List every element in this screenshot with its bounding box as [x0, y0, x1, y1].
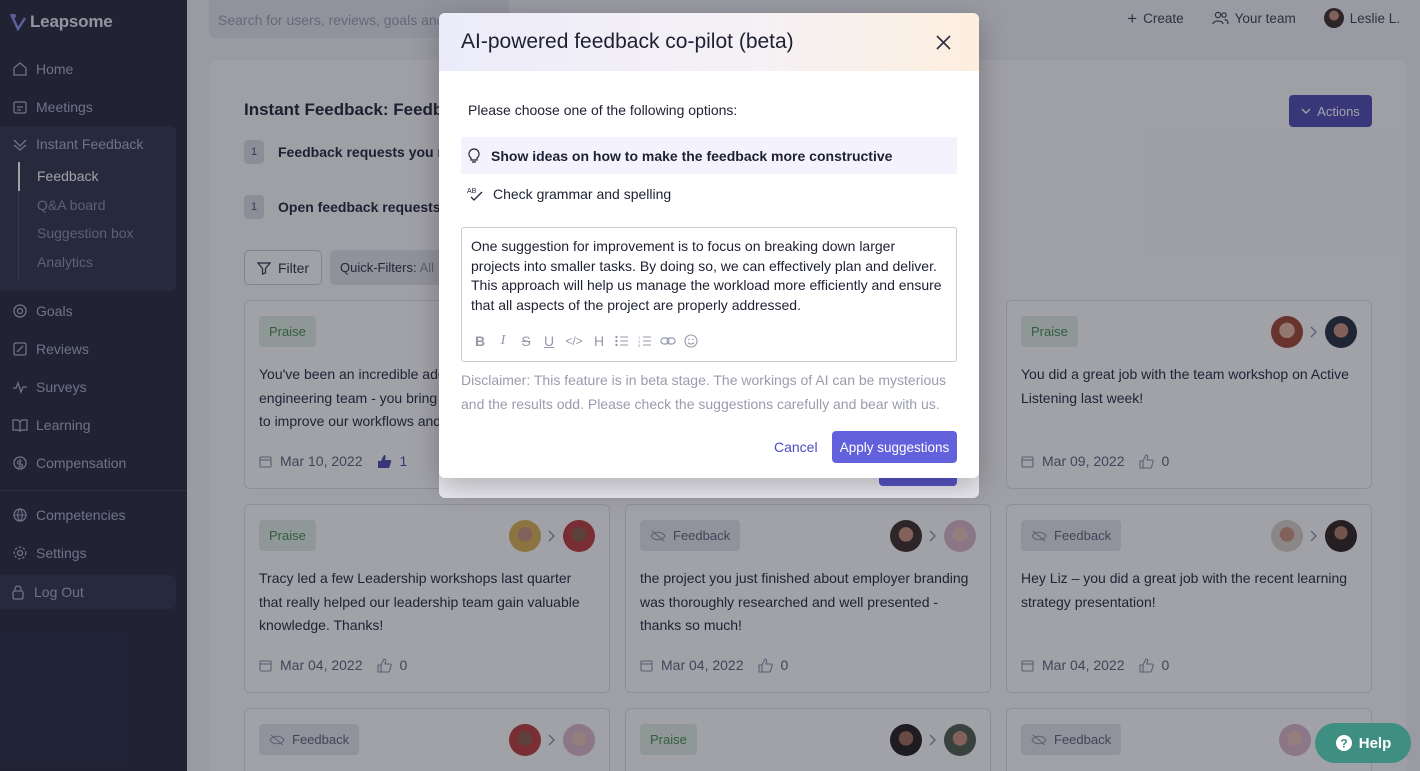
- close-button[interactable]: [931, 30, 955, 54]
- lightbulb-icon: [468, 147, 480, 163]
- dialog-title: AI-powered feedback co-pilot (beta): [461, 30, 794, 53]
- option-grammar-check[interactable]: AB Check grammar and spelling: [461, 175, 957, 212]
- option-label: Check grammar and spelling: [493, 185, 672, 202]
- svg-text:AB: AB: [467, 188, 477, 195]
- emoji-icon[interactable]: [683, 333, 699, 349]
- spellcheck-icon: AB: [467, 188, 483, 201]
- bullet-list-icon[interactable]: [614, 333, 630, 349]
- question-circle-icon: ?: [1335, 735, 1352, 751]
- editor-text[interactable]: One suggestion for improvement is to foc…: [471, 237, 948, 316]
- editor-toolbar: B I S U </> H 123: [472, 333, 699, 349]
- close-icon: [935, 34, 951, 50]
- strikethrough-icon[interactable]: S: [518, 333, 534, 349]
- ai-copilot-dialog: AI-powered feedback co-pilot (beta) Plea…: [439, 13, 979, 478]
- svg-text:3: 3: [638, 343, 641, 347]
- option-constructive-ideas[interactable]: Show ideas on how to make the feedback m…: [461, 137, 957, 174]
- link-icon[interactable]: [660, 333, 676, 349]
- option-label: Show ideas on how to make the feedback m…: [491, 147, 893, 164]
- suggestion-editor[interactable]: One suggestion for improvement is to foc…: [461, 227, 957, 362]
- code-icon[interactable]: </>: [564, 333, 584, 349]
- svg-text:?: ?: [1340, 737, 1347, 751]
- dialog-header: AI-powered feedback co-pilot (beta): [439, 13, 979, 71]
- help-button[interactable]: ? Help: [1315, 723, 1411, 763]
- help-label: Help: [1358, 734, 1392, 752]
- apply-suggestions-button[interactable]: Apply suggestions: [832, 431, 957, 463]
- dialog-prompt: Please choose one of the following optio…: [468, 102, 738, 118]
- bold-icon[interactable]: B: [472, 333, 488, 349]
- cancel-button[interactable]: Cancel: [774, 439, 818, 455]
- italic-icon[interactable]: I: [495, 333, 511, 349]
- underline-icon[interactable]: U: [541, 333, 557, 349]
- beta-disclaimer: Disclaimer: This feature is in beta stag…: [461, 372, 947, 412]
- heading-icon[interactable]: H: [591, 333, 607, 349]
- numbered-list-icon[interactable]: 123: [637, 333, 653, 349]
